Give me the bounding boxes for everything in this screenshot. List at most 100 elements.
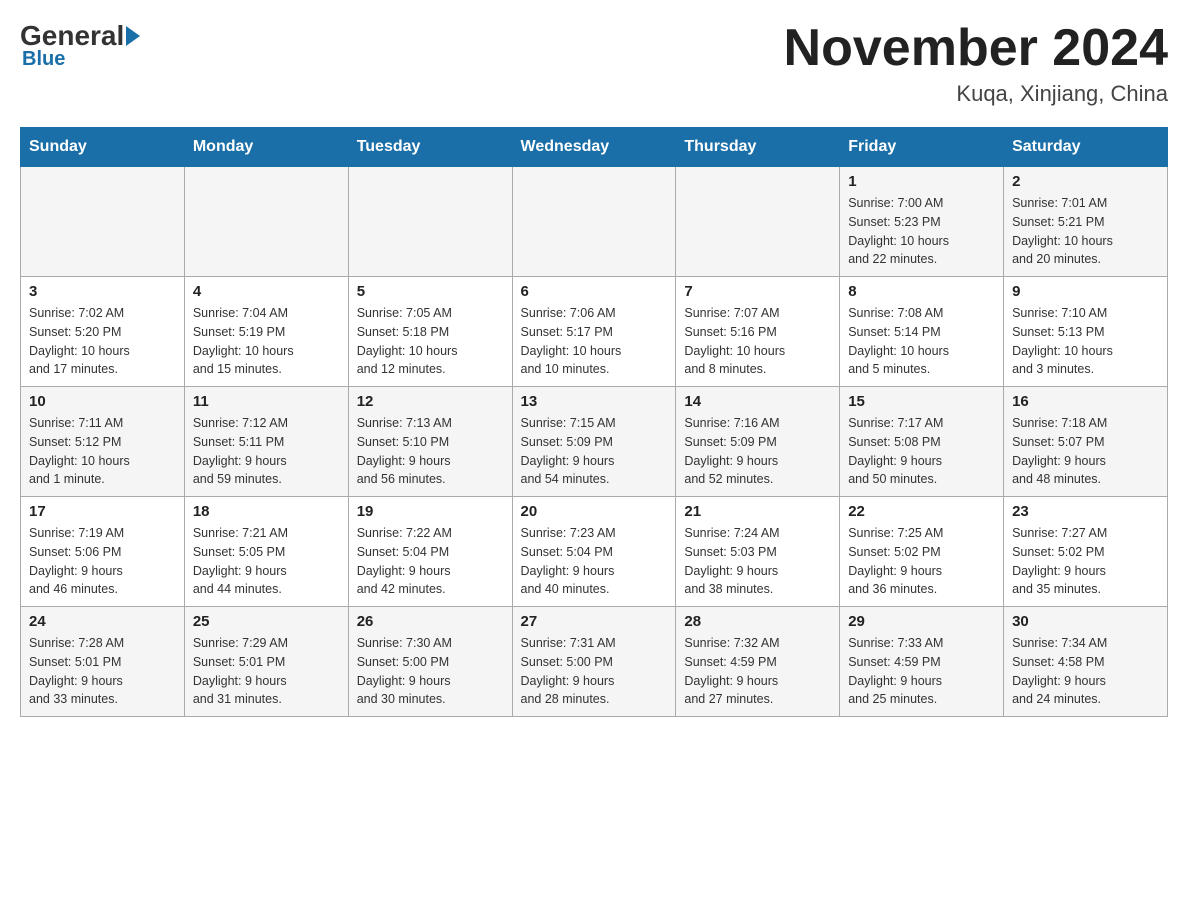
day-info: Sunrise: 7:05 AM Sunset: 5:18 PM Dayligh… [357,304,504,379]
calendar-table: Sunday Monday Tuesday Wednesday Thursday… [20,127,1168,717]
calendar-cell: 21 Sunrise: 7:24 AM Sunset: 5:03 PM Dayli… [676,497,840,607]
day-info: Sunrise: 7:02 AM Sunset: 5:20 PM Dayligh… [29,304,176,379]
title-area: November 2024 Kuqa, Xinjiang, China [784,20,1168,107]
day-info: Sunrise: 7:30 AM Sunset: 5:00 PM Dayligh… [357,634,504,709]
calendar-cell: 17 Sunrise: 7:19 AM Sunset: 5:06 PM Dayli… [21,497,185,607]
day-number: 4 [193,283,340,300]
calendar-header: Sunday Monday Tuesday Wednesday Thursday… [21,128,1168,167]
day-info: Sunrise: 7:12 AM Sunset: 5:11 PM Dayligh… [193,414,340,489]
calendar-cell: 22 Sunrise: 7:25 AM Sunset: 5:02 PM Dayli… [840,497,1004,607]
calendar-cell [512,167,676,277]
day-number: 30 [1012,613,1159,630]
calendar-cell: 5 Sunrise: 7:05 AM Sunset: 5:18 PM Daylig… [348,277,512,387]
calendar-cell: 1 Sunrise: 7:00 AM Sunset: 5:23 PM Daylig… [840,167,1004,277]
day-info: Sunrise: 7:28 AM Sunset: 5:01 PM Dayligh… [29,634,176,709]
calendar-cell: 24 Sunrise: 7:28 AM Sunset: 5:01 PM Dayli… [21,607,185,717]
calendar-cell [21,167,185,277]
day-info: Sunrise: 7:24 AM Sunset: 5:03 PM Dayligh… [684,524,831,599]
day-number: 17 [29,503,176,520]
calendar-week-row: 3 Sunrise: 7:02 AM Sunset: 5:20 PM Daylig… [21,277,1168,387]
day-number: 25 [193,613,340,630]
calendar-cell: 16Sunrise: 7:18 AM Sunset: 5:07 PM Dayli… [1004,387,1168,497]
day-info: Sunrise: 7:08 AM Sunset: 5:14 PM Dayligh… [848,304,995,379]
calendar-week-row: 17 Sunrise: 7:19 AM Sunset: 5:06 PM Dayli… [21,497,1168,607]
calendar-cell: 25 Sunrise: 7:29 AM Sunset: 5:01 PM Dayli… [184,607,348,717]
calendar-cell: 12Sunrise: 7:13 AM Sunset: 5:10 PM Dayli… [348,387,512,497]
calendar-week-row: 24 Sunrise: 7:28 AM Sunset: 5:01 PM Dayli… [21,607,1168,717]
calendar-title: November 2024 [784,20,1168,77]
day-number: 1 [848,173,995,190]
calendar-cell: 7 Sunrise: 7:07 AM Sunset: 5:16 PM Daylig… [676,277,840,387]
day-number: 12 [357,393,504,410]
day-number: 24 [29,613,176,630]
calendar-cell: 23Sunrise: 7:27 AM Sunset: 5:02 PM Dayli… [1004,497,1168,607]
header: General Blue November 2024 Kuqa, Xinjian… [20,20,1168,107]
calendar-cell: 14Sunrise: 7:16 AM Sunset: 5:09 PM Dayli… [676,387,840,497]
calendar-cell: 26 Sunrise: 7:30 AM Sunset: 5:00 PM Dayli… [348,607,512,717]
day-number: 29 [848,613,995,630]
calendar-cell [676,167,840,277]
day-number: 27 [521,613,668,630]
day-info: Sunrise: 7:11 AM Sunset: 5:12 PM Dayligh… [29,414,176,489]
calendar-week-row: 1 Sunrise: 7:00 AM Sunset: 5:23 PM Daylig… [21,167,1168,277]
weekday-header-row: Sunday Monday Tuesday Wednesday Thursday… [21,128,1168,167]
calendar-cell: 8 Sunrise: 7:08 AM Sunset: 5:14 PM Daylig… [840,277,1004,387]
day-info: Sunrise: 7:32 AM Sunset: 4:59 PM Dayligh… [684,634,831,709]
day-number: 5 [357,283,504,300]
logo-arrow-icon [126,26,140,46]
day-info: Sunrise: 7:19 AM Sunset: 5:06 PM Dayligh… [29,524,176,599]
calendar-cell: 10 Sunrise: 7:11 AM Sunset: 5:12 PM Dayli… [21,387,185,497]
day-info: Sunrise: 7:17 AM Sunset: 5:08 PM Dayligh… [848,414,995,489]
day-number: 10 [29,393,176,410]
calendar-cell [348,167,512,277]
day-number: 6 [521,283,668,300]
day-info: Sunrise: 7:15 AM Sunset: 5:09 PM Dayligh… [521,414,668,489]
day-info: Sunrise: 7:18 AM Sunset: 5:07 PM Dayligh… [1012,414,1159,489]
day-number: 21 [684,503,831,520]
calendar-week-row: 10 Sunrise: 7:11 AM Sunset: 5:12 PM Dayli… [21,387,1168,497]
day-number: 22 [848,503,995,520]
calendar-cell: 18 Sunrise: 7:21 AM Sunset: 5:05 PM Dayli… [184,497,348,607]
header-wednesday: Wednesday [512,128,676,167]
day-number: 3 [29,283,176,300]
calendar-cell: 27 Sunrise: 7:31 AM Sunset: 5:00 PM Dayli… [512,607,676,717]
calendar-cell: 3 Sunrise: 7:02 AM Sunset: 5:20 PM Daylig… [21,277,185,387]
calendar-cell: 9 Sunrise: 7:10 AM Sunset: 5:13 PM Daylig… [1004,277,1168,387]
day-info: Sunrise: 7:22 AM Sunset: 5:04 PM Dayligh… [357,524,504,599]
calendar-cell: 13 Sunrise: 7:15 AM Sunset: 5:09 PM Dayli… [512,387,676,497]
day-info: Sunrise: 7:07 AM Sunset: 5:16 PM Dayligh… [684,304,831,379]
calendar-cell: 11 Sunrise: 7:12 AM Sunset: 5:11 PM Dayli… [184,387,348,497]
day-info: Sunrise: 7:21 AM Sunset: 5:05 PM Dayligh… [193,524,340,599]
calendar-cell: 19 Sunrise: 7:22 AM Sunset: 5:04 PM Dayli… [348,497,512,607]
day-number: 20 [521,503,668,520]
calendar-cell: 30 Sunrise: 7:34 AM Sunset: 4:58 PM Dayli… [1004,607,1168,717]
calendar-cell: 28 Sunrise: 7:32 AM Sunset: 4:59 PM Dayli… [676,607,840,717]
day-number: 9 [1012,283,1159,300]
day-info: Sunrise: 7:29 AM Sunset: 5:01 PM Dayligh… [193,634,340,709]
header-thursday: Thursday [676,128,840,167]
day-number: 11 [193,393,340,410]
header-sunday: Sunday [21,128,185,167]
day-info: Sunrise: 7:33 AM Sunset: 4:59 PM Dayligh… [848,634,995,709]
day-info: Sunrise: 7:23 AM Sunset: 5:04 PM Dayligh… [521,524,668,599]
day-info: Sunrise: 7:01 AM Sunset: 5:21 PM Dayligh… [1012,194,1159,269]
calendar-cell: 6Sunrise: 7:06 AM Sunset: 5:17 PM Daylig… [512,277,676,387]
day-info: Sunrise: 7:25 AM Sunset: 5:02 PM Dayligh… [848,524,995,599]
day-number: 26 [357,613,504,630]
day-number: 13 [521,393,668,410]
day-number: 18 [193,503,340,520]
day-number: 2 [1012,173,1159,190]
day-info: Sunrise: 7:10 AM Sunset: 5:13 PM Dayligh… [1012,304,1159,379]
header-monday: Monday [184,128,348,167]
day-number: 8 [848,283,995,300]
calendar-subtitle: Kuqa, Xinjiang, China [784,81,1168,107]
day-number: 7 [684,283,831,300]
day-number: 19 [357,503,504,520]
day-number: 23 [1012,503,1159,520]
day-info: Sunrise: 7:31 AM Sunset: 5:00 PM Dayligh… [521,634,668,709]
calendar-cell: 2 Sunrise: 7:01 AM Sunset: 5:21 PM Daylig… [1004,167,1168,277]
day-info: Sunrise: 7:34 AM Sunset: 4:58 PM Dayligh… [1012,634,1159,709]
header-saturday: Saturday [1004,128,1168,167]
day-number: 28 [684,613,831,630]
day-info: Sunrise: 7:00 AM Sunset: 5:23 PM Dayligh… [848,194,995,269]
